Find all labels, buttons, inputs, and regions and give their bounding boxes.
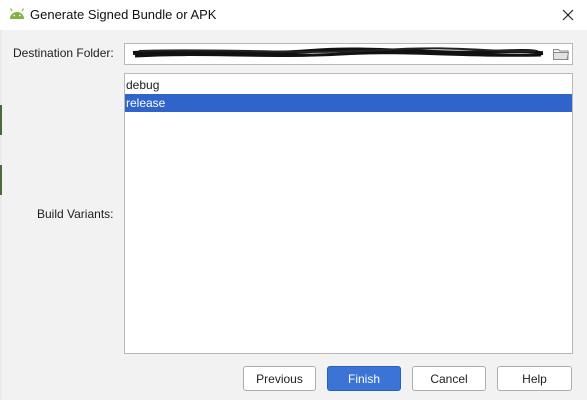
cancel-button[interactable]: Cancel bbox=[412, 366, 486, 391]
title-bar: Generate Signed Bundle or APK bbox=[0, 0, 587, 30]
edge-mark bbox=[0, 165, 2, 195]
finish-button[interactable]: Finish bbox=[327, 366, 401, 391]
android-icon bbox=[8, 7, 26, 21]
close-icon[interactable] bbox=[557, 4, 579, 26]
window-edge bbox=[0, 30, 2, 400]
help-button[interactable]: Help bbox=[497, 366, 572, 391]
destination-folder-label: Destination Folder: bbox=[13, 46, 114, 60]
variant-item-debug[interactable]: debug bbox=[125, 76, 572, 94]
folder-icon[interactable] bbox=[552, 46, 570, 62]
build-variants-list[interactable]: debug release bbox=[124, 73, 573, 354]
previous-button[interactable]: Previous bbox=[243, 366, 316, 391]
dialog-window: Generate Signed Bundle or APK Destinatio… bbox=[0, 0, 587, 400]
build-variants-label: Build Variants: bbox=[37, 207, 114, 221]
redaction-scribble bbox=[132, 47, 544, 58]
dialog-title: Generate Signed Bundle or APK bbox=[30, 7, 217, 22]
variant-item-release[interactable]: release bbox=[125, 94, 572, 112]
destination-folder-input[interactable] bbox=[124, 43, 573, 65]
edge-mark bbox=[0, 105, 2, 135]
